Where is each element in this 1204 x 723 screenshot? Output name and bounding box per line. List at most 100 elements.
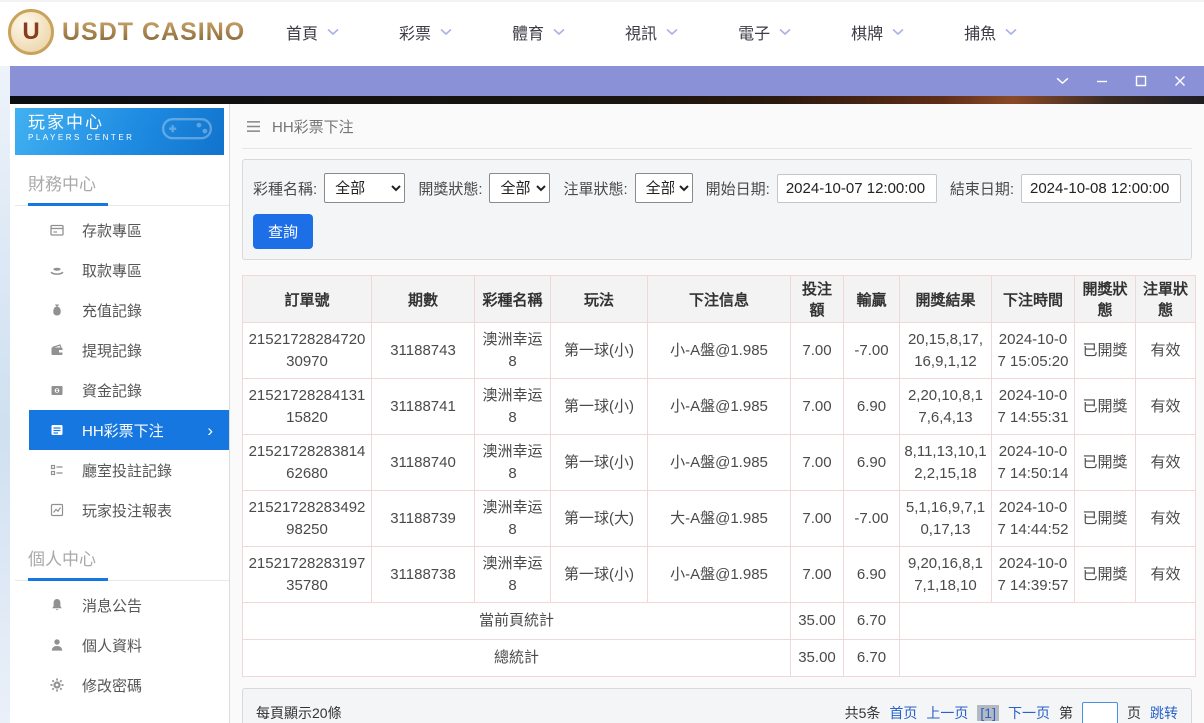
- sidebar-item-label: 消息公告: [82, 597, 143, 615]
- sidebar-section-agent-center: 代理中心: [15, 705, 229, 723]
- table-cell: 2024-10-07 14:44:52: [991, 490, 1075, 547]
- filter-row: 彩種名稱: 全部 開獎狀態: 全部 注單狀態: 全部 開始日期: 2024-10…: [253, 173, 1181, 203]
- logo-text: USDT CASINO: [62, 17, 246, 46]
- chevron-right-icon: ›: [207, 420, 213, 440]
- sidebar-item-announcements[interactable]: 消息公告: [15, 585, 229, 625]
- nav-item-label: 首頁: [286, 26, 319, 43]
- table-header-cell: 下注信息: [647, 275, 791, 323]
- sidebar-item-withdraw-area[interactable]: 取款專區: [15, 250, 229, 290]
- summary-label: 當前頁統計: [242, 602, 791, 640]
- lottery-icon: [49, 422, 65, 438]
- gamepad-icon: [156, 112, 218, 148]
- sidebar-section-finance-center: 財務中心: [28, 175, 96, 194]
- table-cell: 31188743: [371, 322, 475, 379]
- table-cell: 2152172828413115820: [242, 378, 372, 435]
- chevron-down-icon: [1005, 28, 1017, 36]
- next-page-link[interactable]: 下一页: [1008, 703, 1050, 723]
- top-nav-menu: 首頁 彩票 體育 視訊 電子 棋牌 捕魚: [286, 20, 1017, 44]
- nav-item-board-games[interactable]: 棋牌: [851, 20, 904, 44]
- hall-icon: [49, 462, 65, 478]
- summary-bet-total: 35.00: [790, 639, 844, 677]
- sidebar-item-hh-lottery-bets[interactable]: HH彩票下注 ›: [29, 410, 229, 450]
- table-header-cell: 訂單號: [242, 275, 372, 323]
- table-row: 2152172828319735780 31188738 澳洲幸运8 第一球(小) 小-…: [242, 546, 1196, 603]
- sidebar-item-label: 存款專區: [82, 222, 143, 240]
- table-cell: 第一球(小): [550, 378, 648, 435]
- section-underline: [15, 577, 229, 581]
- sidebar-item-withdrawal-records[interactable]: 提現記錄: [15, 330, 229, 370]
- window-body: 玩家中心 PLAYERS CENTER 財務中心存款專區取款專區充值記錄提現記錄…: [10, 104, 1204, 723]
- withdrawal-icon: [49, 342, 65, 358]
- chevron-down-icon: [666, 28, 678, 36]
- table-cell: 小-A盤@1.985: [647, 546, 791, 603]
- hamburger-icon[interactable]: [246, 120, 261, 133]
- nav-item-label: 視訊: [625, 26, 658, 43]
- window-close-icon[interactable]: [1174, 75, 1186, 87]
- lottery-name-select[interactable]: 全部: [324, 173, 406, 203]
- screen: U USDT CASINO 首頁 彩票 體育 視訊 電子 棋牌 捕魚 玩家中心 …: [0, 0, 1204, 723]
- nav-item-label: 捕魚: [964, 26, 997, 43]
- table-cell: 澳洲幸运8: [474, 490, 551, 547]
- table-cell: 6.90: [843, 378, 900, 435]
- sidebar: 玩家中心 PLAYERS CENTER 財務中心存款專區取款專區充值記錄提現記錄…: [10, 104, 230, 723]
- nav-item-lottery[interactable]: 彩票: [399, 20, 452, 44]
- sidebar-header: 玩家中心 PLAYERS CENTER: [15, 108, 224, 155]
- nav-item-live-video[interactable]: 視訊: [625, 20, 678, 44]
- table-cell: 2152172828381462680: [242, 434, 372, 491]
- summary-label: 總統計: [242, 639, 791, 677]
- page-header: HH彩票下注: [242, 104, 1192, 149]
- table-cell: 8,11,13,10,12,2,15,18: [899, 434, 992, 491]
- main-content: HH彩票下注 彩種名稱: 全部 開獎狀態: 全部 注單狀態: 全部 開始日期: …: [230, 104, 1204, 723]
- table-header-cell: 玩法: [550, 275, 648, 323]
- window-minimize-icon[interactable]: [1096, 75, 1108, 87]
- logo[interactable]: U USDT CASINO: [8, 9, 244, 55]
- sidebar-item-player-bet-report[interactable]: 玩家投注報表: [15, 490, 229, 530]
- current-page-indicator: [1]: [977, 705, 999, 721]
- search-button[interactable]: 查詢: [253, 214, 314, 249]
- sidebar-item-profile[interactable]: 個人資料: [15, 625, 229, 665]
- window-dropdown-icon[interactable]: [1056, 77, 1069, 85]
- sidebar-item-recharge-records[interactable]: 充值記錄: [15, 290, 229, 330]
- summary-win-loss: 6.70: [843, 639, 900, 677]
- table-cell: 7.00: [790, 322, 844, 379]
- order-status-select[interactable]: 全部: [634, 173, 693, 203]
- draw-status-select[interactable]: 全部: [489, 173, 551, 203]
- sidebar-item-change-password[interactable]: 修改密碼: [15, 665, 229, 705]
- table-header-row: 訂單號 期數 彩種名稱 玩法 下注信息 投注額 輸贏 開獎結果 下注時間 開獎狀態 注單狀態: [242, 275, 1196, 323]
- table-cell: 第一球(大): [550, 490, 648, 547]
- table-cell: 小-A盤@1.985: [647, 378, 791, 435]
- sidebar-item-funds-records[interactable]: 資金記錄: [15, 370, 229, 410]
- page-title: HH彩票下注: [272, 118, 354, 136]
- draw-status-label: 開獎狀態:: [418, 180, 483, 198]
- table-header-cell: 開獎結果: [899, 275, 992, 323]
- prev-page-link[interactable]: 上一页: [926, 703, 968, 723]
- jump-link[interactable]: 跳转: [1150, 703, 1178, 723]
- section-underline-accent: [28, 578, 108, 581]
- nav-item-label: 體育: [512, 26, 545, 43]
- withdraw-icon: [49, 262, 65, 278]
- nav-item-home[interactable]: 首頁: [286, 20, 339, 44]
- table-body: 2152172828472030970 31188743 澳洲幸运8 第一球(小) 小-…: [242, 322, 1196, 677]
- sidebar-item-hall-bet-records[interactable]: 廳室投註記錄: [15, 450, 229, 490]
- summary-bet-total: 35.00: [790, 602, 844, 640]
- table-cell: 小-A盤@1.985: [647, 322, 791, 379]
- table-cell: 2024-10-07 14:55:31: [991, 378, 1075, 435]
- chevron-down-icon: [553, 28, 565, 36]
- sidebar-item-deposit-area[interactable]: 存款專區: [15, 210, 229, 250]
- pagination-bar: 每頁顯示20條 共5条 首页 上一页 [1] 下一页 第 页 跳转: [242, 688, 1192, 723]
- window-maximize-icon[interactable]: [1135, 75, 1147, 87]
- table-cell: 2024-10-07 14:39:57: [991, 546, 1075, 603]
- page-jump-input[interactable]: [1082, 701, 1118, 723]
- table-cell: 有效: [1135, 434, 1196, 491]
- sidebar-item-label: 充值記錄: [82, 302, 143, 320]
- table-cell: 大-A盤@1.985: [647, 490, 791, 547]
- nav-item-fishing[interactable]: 捕魚: [964, 20, 1017, 44]
- nav-item-slots[interactable]: 電子: [738, 20, 791, 44]
- sidebar-item-label: 修改密碼: [82, 677, 143, 695]
- nav-item-label: 彩票: [399, 26, 432, 43]
- start-date-input[interactable]: [776, 173, 937, 203]
- nav-item-sports[interactable]: 體育: [512, 20, 565, 44]
- end-date-input[interactable]: [1021, 173, 1181, 203]
- sidebar-item-label: 取款專區: [82, 262, 143, 280]
- first-page-link[interactable]: 首页: [889, 703, 917, 723]
